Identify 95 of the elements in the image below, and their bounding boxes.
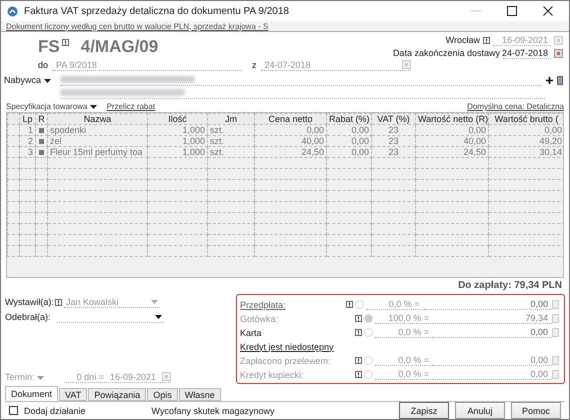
calendar-icon[interactable]: [402, 60, 411, 69]
info-icon[interactable]: [346, 301, 353, 308]
column-header: Nazwa: [48, 114, 148, 124]
delivery-date-field[interactable]: 24-07-2018: [503, 47, 551, 59]
table-cell: 0,00: [326, 136, 372, 146]
payment-link[interactable]: Przedpłata:: [240, 300, 286, 310]
caret-icon: [155, 314, 162, 318]
table-cell: 0,00: [326, 146, 372, 158]
amount-due: Do zapłaty: 79,34 PLN: [458, 280, 562, 290]
payment-label: Zapłacono przelewem:: [240, 356, 332, 366]
table-cell: 40,00: [416, 136, 488, 146]
table-cell: spodenki: [48, 124, 148, 136]
dialog-button[interactable]: Zapisz: [399, 402, 449, 419]
tab[interactable]: Powiązania: [88, 388, 146, 401]
place-label: Wrocław: [446, 35, 480, 45]
table-cell: 0,00: [488, 124, 563, 136]
term-date: 16-09-2021: [110, 372, 156, 382]
table-cell: żel: [48, 136, 148, 146]
table-cell: 2: [20, 136, 36, 146]
payment-label: Kredyt kupiecki:: [240, 370, 305, 380]
close-icon: [543, 6, 553, 16]
table-cell: 0,00: [416, 124, 488, 136]
table-cell: 1,000: [148, 136, 208, 146]
tab[interactable]: Własne: [178, 388, 221, 401]
table-cell: 23: [372, 136, 416, 146]
dialog-button[interactable]: Anuluj: [455, 402, 505, 419]
issuer-label: Wystawił(a):: [5, 297, 53, 307]
table-cell: szt.: [208, 124, 254, 136]
checkbox-label[interactable]: Dodaj działanie: [24, 406, 86, 416]
maximize-icon: [507, 6, 517, 16]
info-icon[interactable]: [355, 371, 362, 378]
table-cell: 23: [372, 146, 416, 158]
column-header: VAT (%): [372, 114, 416, 124]
payment-radio[interactable]: [364, 328, 373, 337]
to-label: do: [38, 60, 48, 70]
row-marker-icon: [39, 150, 44, 155]
table-cell: 49,20: [488, 136, 563, 146]
document-number: 4/MAG/09: [80, 36, 158, 58]
table-cell: 24,50: [416, 146, 488, 158]
spec-dropdown[interactable]: Specyfikacja towarowa: [6, 102, 97, 111]
info-icon[interactable]: [355, 329, 362, 336]
row-marker-icon: [39, 139, 44, 144]
info-icon[interactable]: [62, 39, 69, 46]
column-header: Jm: [208, 114, 254, 124]
credit-unavailable-link[interactable]: Kredyt jest niedostępny: [240, 342, 334, 352]
table-cell: 23: [372, 124, 416, 136]
caret-icon: [90, 105, 97, 109]
column-header: R: [36, 114, 48, 124]
payment-radio[interactable]: [354, 300, 364, 309]
document-prefix: FS: [38, 36, 60, 58]
tab[interactable]: Dokument: [5, 386, 58, 401]
table-cell: 1,000: [148, 146, 208, 158]
table-cell: 24,50: [254, 146, 326, 158]
tab[interactable]: VAT: [59, 388, 88, 401]
delivery-date-label: Data zakończenia dostawy: [392, 48, 500, 58]
column-header: Cena netto: [254, 114, 326, 124]
info-icon[interactable]: [55, 298, 62, 306]
info-icon[interactable]: [355, 357, 362, 364]
buyer-dropdown[interactable]: Nabywca: [4, 75, 56, 85]
from-label: z: [252, 60, 257, 70]
table-cell: 0,00: [326, 124, 372, 136]
info-icon[interactable]: [483, 36, 490, 44]
window-title: Faktura VAT sprzedaży detaliczna do dokumentu PA 9/2018: [24, 6, 290, 16]
table-cell: 40,00: [254, 136, 326, 146]
address-book-icon[interactable]: [557, 76, 563, 84]
table-cell: 1,000: [148, 124, 208, 136]
caret-icon: [37, 376, 44, 380]
column-header: Wartość brutto (: [488, 114, 563, 124]
table-cell: szt.: [208, 136, 254, 146]
plus-icon[interactable]: [546, 76, 553, 84]
app-icon: [7, 6, 18, 16]
column-header: Wartość netto (R): [416, 114, 488, 124]
row-marker-icon: [39, 128, 44, 133]
table-cell: 30,14: [488, 146, 563, 158]
payment-label: Gotówka:: [240, 314, 280, 324]
caret-icon: [44, 79, 51, 83]
info-icon[interactable]: [355, 315, 362, 322]
column-header: Lp: [20, 114, 36, 124]
caret-icon: [151, 300, 158, 304]
payment-label: Karta: [240, 328, 263, 338]
tab[interactable]: Opis: [147, 388, 178, 401]
column-header: Ilość: [148, 114, 208, 124]
column-header: Rabat (%): [326, 114, 372, 124]
table-cell: 3: [20, 146, 36, 158]
recalculate-discount-link[interactable]: Przelicz rabat: [106, 102, 156, 111]
default-price-link[interactable]: Domyślna cena: Detaliczna: [467, 102, 564, 111]
receiver-label: Odebrał(a):: [5, 312, 52, 322]
dialog-button[interactable]: Pomoc: [511, 402, 561, 419]
checkbox[interactable]: [9, 406, 18, 415]
table-cell: szt.: [208, 146, 254, 158]
term-days: 0 dni =: [76, 372, 104, 382]
status-text: Wycofany skutek magazynowy: [152, 406, 275, 416]
table-cell: 1: [20, 124, 36, 136]
table-cell: 0,00: [254, 124, 326, 136]
table-cell: Fleur 15ml perfumy toa: [48, 146, 148, 158]
